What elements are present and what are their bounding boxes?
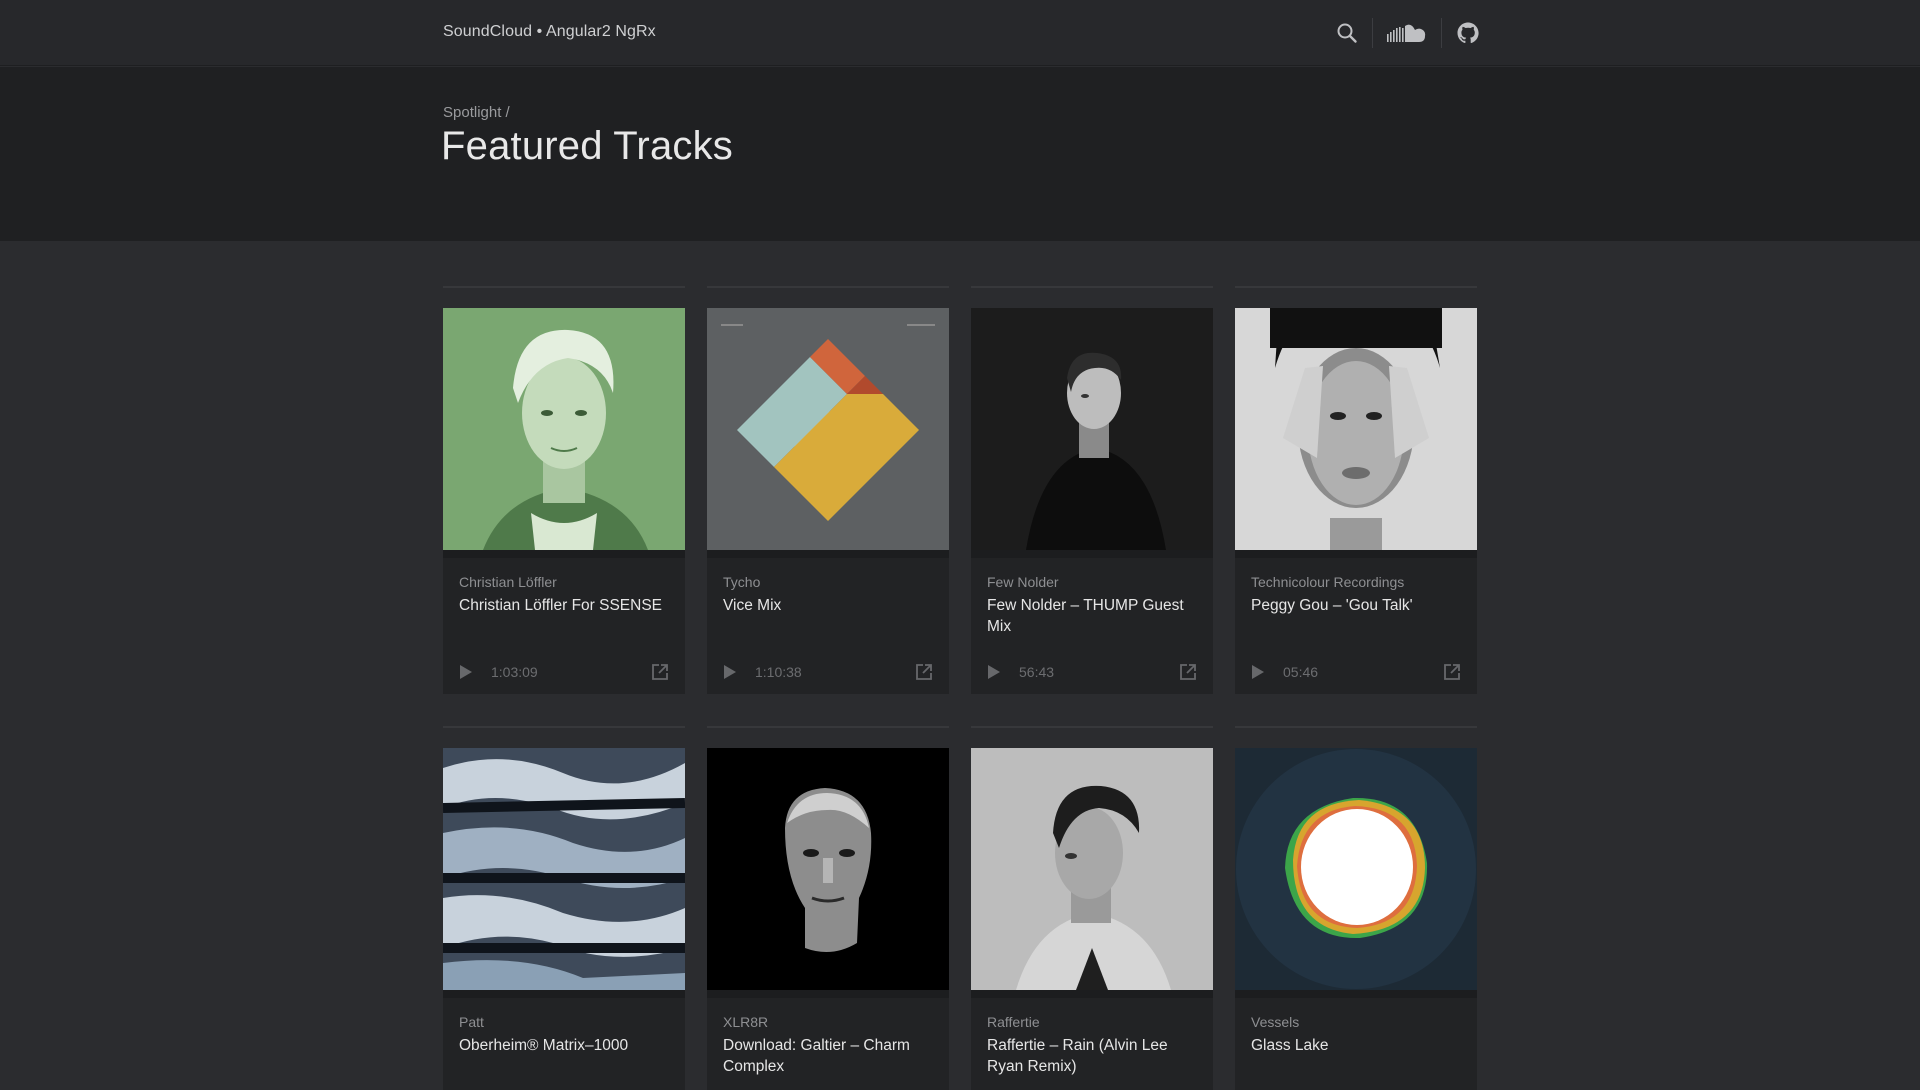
track-artist[interactable]: Few Nolder	[987, 574, 1197, 590]
external-link-icon[interactable]	[1443, 663, 1461, 686]
track-artist[interactable]: Tycho	[723, 574, 933, 590]
app-brand[interactable]: SoundCloud • Angular2 NgRx	[443, 23, 656, 41]
track-title[interactable]: Glass Lake	[1251, 1035, 1461, 1056]
track-title[interactable]: Raffertie – Rain (Alvin Lee Ryan Remix)	[987, 1035, 1197, 1077]
track-artwork[interactable]	[443, 308, 685, 550]
track-artist[interactable]: Patt	[459, 1014, 669, 1030]
search-icon[interactable]	[1336, 22, 1358, 44]
track-card: Tycho Vice Mix 1:10:38	[707, 286, 949, 694]
track-controls: 1:10:38	[707, 650, 949, 694]
page-header	[0, 67, 1920, 241]
divider	[1441, 18, 1442, 48]
track-controls: 56:43	[971, 650, 1213, 694]
track-title[interactable]: Few Nolder – THUMP Guest Mix	[987, 595, 1197, 637]
track-title[interactable]: Peggy Gou – 'Gou Talk'	[1251, 595, 1461, 616]
track-controls: 05:46	[1235, 650, 1477, 694]
track-artist[interactable]: XLR8R	[723, 1014, 933, 1030]
track-artist[interactable]: Technicolour Recordings	[1251, 574, 1461, 590]
track-meta: Few Nolder Few Nolder – THUMP Guest Mix	[971, 550, 1213, 650]
play-icon[interactable]	[723, 664, 737, 680]
top-icon-bar	[1336, 18, 1480, 48]
external-link-icon[interactable]	[651, 663, 669, 686]
divider	[1372, 18, 1373, 48]
track-grid: Christian Löffler Christian Löffler For …	[443, 286, 1477, 1090]
track-artist[interactable]: Christian Löffler	[459, 574, 669, 590]
breadcrumb[interactable]: Spotlight /	[443, 104, 510, 121]
soundcloud-icon[interactable]	[1387, 23, 1427, 43]
track-artwork[interactable]	[971, 748, 1213, 990]
track-artwork[interactable]	[707, 748, 949, 990]
track-artwork[interactable]	[443, 748, 685, 990]
play-icon[interactable]	[459, 664, 473, 680]
track-artwork[interactable]	[971, 308, 1213, 550]
track-artwork[interactable]	[707, 308, 949, 550]
track-meta: XLR8R Download: Galtier – Charm Complex	[707, 990, 949, 1090]
track-card: Christian Löffler Christian Löffler For …	[443, 286, 685, 694]
track-title[interactable]: Oberheim® Matrix–1000	[459, 1035, 669, 1056]
track-duration: 56:43	[1019, 664, 1055, 680]
track-card: Patt Oberheim® Matrix–1000	[443, 726, 685, 1090]
top-navbar: SoundCloud • Angular2 NgRx	[0, 0, 1920, 66]
track-artwork[interactable]	[1235, 308, 1477, 550]
track-artwork[interactable]	[1235, 748, 1477, 990]
github-icon[interactable]	[1456, 21, 1480, 45]
page-title: Featured Tracks	[441, 124, 734, 168]
track-meta: Patt Oberheim® Matrix–1000	[443, 990, 685, 1090]
track-card: Few Nolder Few Nolder – THUMP Guest Mix …	[971, 286, 1213, 694]
track-card: XLR8R Download: Galtier – Charm Complex	[707, 726, 949, 1090]
track-artist[interactable]: Raffertie	[987, 1014, 1197, 1030]
track-meta: Technicolour Recordings Peggy Gou – 'Gou…	[1235, 550, 1477, 650]
track-card: Raffertie Raffertie – Rain (Alvin Lee Ry…	[971, 726, 1213, 1090]
track-duration: 05:46	[1283, 664, 1319, 680]
track-duration: 1:03:09	[491, 664, 538, 680]
track-card: Technicolour Recordings Peggy Gou – 'Gou…	[1235, 286, 1477, 694]
track-title[interactable]: Vice Mix	[723, 595, 933, 616]
track-card: Vessels Glass Lake	[1235, 726, 1477, 1090]
track-title[interactable]: Download: Galtier – Charm Complex	[723, 1035, 933, 1077]
track-controls: 1:03:09	[443, 650, 685, 694]
play-icon[interactable]	[1251, 664, 1265, 680]
track-duration: 1:10:38	[755, 664, 802, 680]
external-link-icon[interactable]	[1179, 663, 1197, 686]
track-meta: Tycho Vice Mix	[707, 550, 949, 650]
track-artist[interactable]: Vessels	[1251, 1014, 1461, 1030]
play-icon[interactable]	[987, 664, 1001, 680]
external-link-icon[interactable]	[915, 663, 933, 686]
track-meta: Christian Löffler Christian Löffler For …	[443, 550, 685, 650]
track-meta: Raffertie Raffertie – Rain (Alvin Lee Ry…	[971, 990, 1213, 1090]
track-meta: Vessels Glass Lake	[1235, 990, 1477, 1090]
track-title[interactable]: Christian Löffler For SSENSE	[459, 595, 669, 616]
